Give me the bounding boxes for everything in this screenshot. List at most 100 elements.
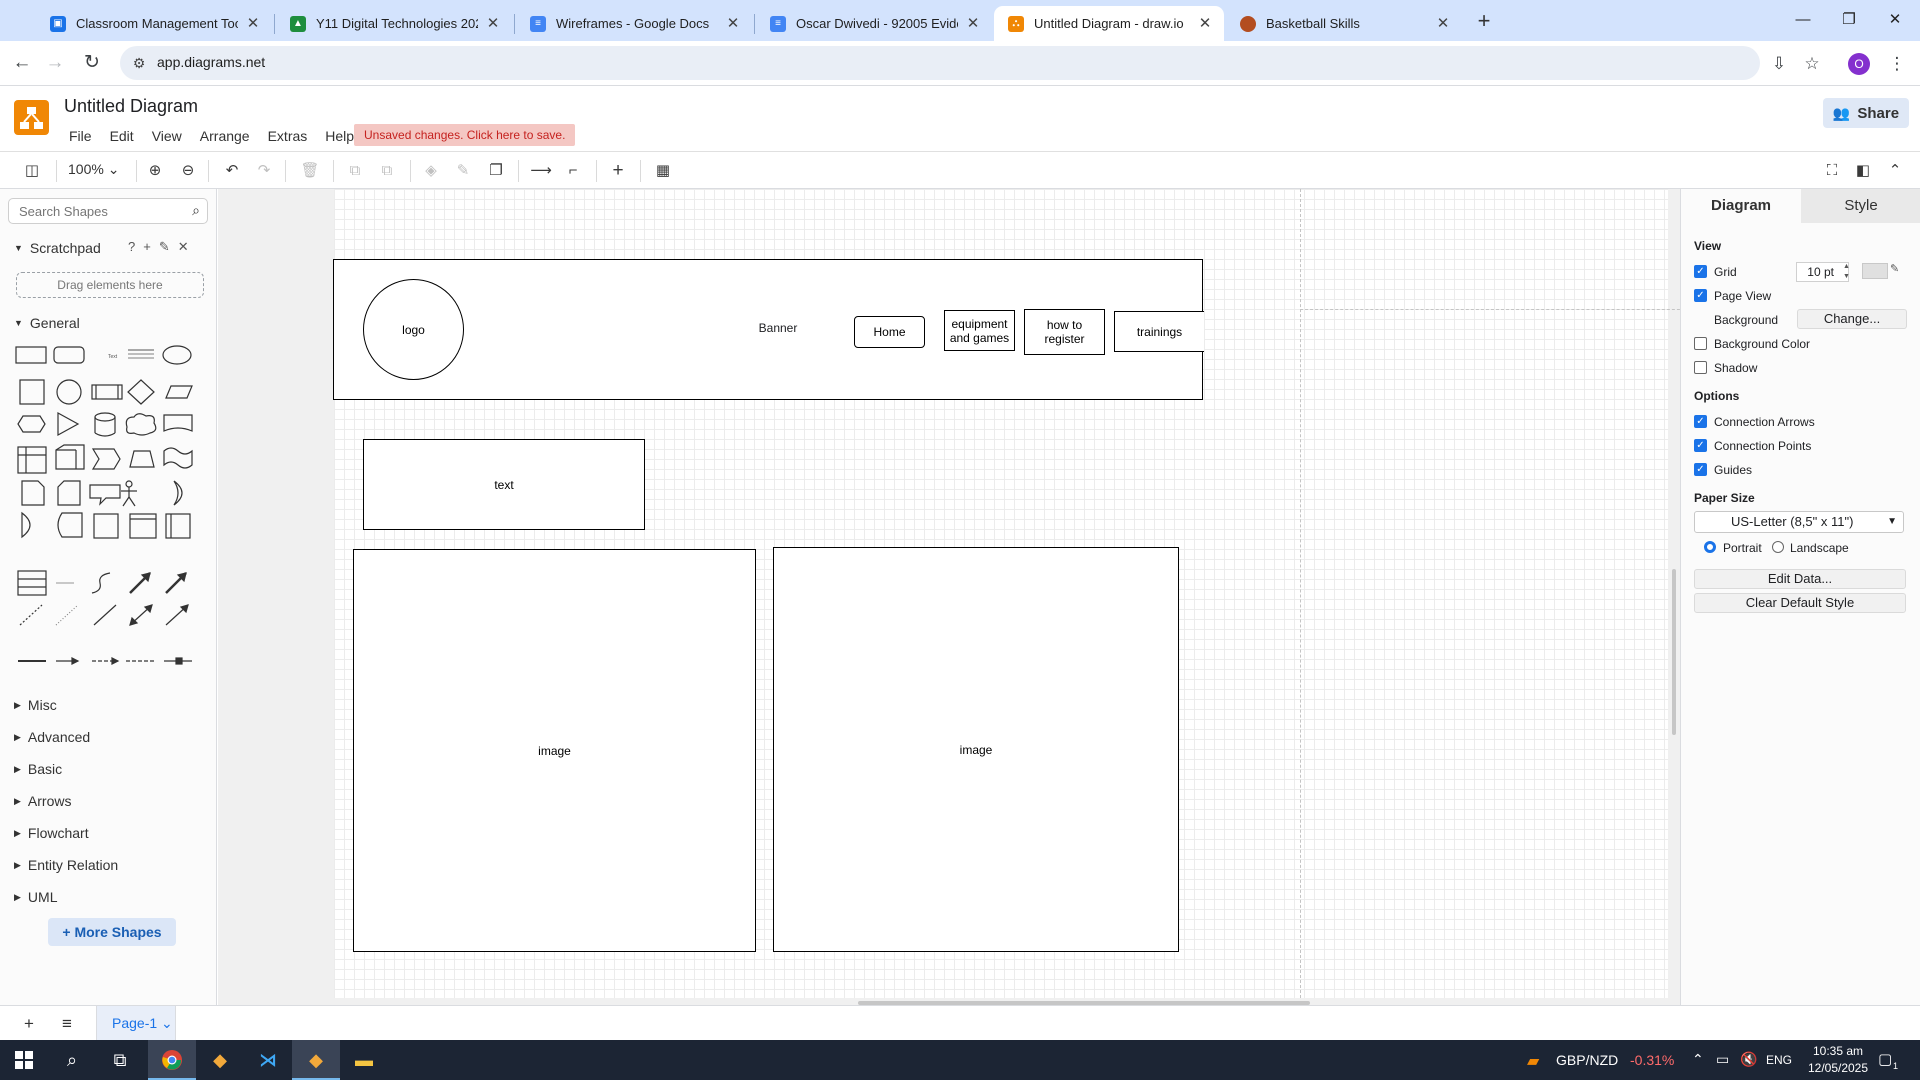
- reload-icon[interactable]: ↻: [78, 49, 106, 77]
- text-box[interactable]: text: [363, 439, 645, 530]
- fullscreen-icon[interactable]: ⛶: [1821, 160, 1843, 182]
- canvas-page[interactable]: logo Banner Home equipment and games how…: [333, 189, 1680, 998]
- grid-size-input[interactable]: 10 pt: [1796, 262, 1849, 282]
- sidebar-section-basic[interactable]: ▶ Basic: [14, 761, 62, 777]
- ticker-label[interactable]: GBP/NZD: [1556, 1052, 1618, 1068]
- edit-pencil-icon[interactable]: ✎: [1890, 262, 1899, 275]
- to-back-icon[interactable]: ⧉: [376, 160, 398, 182]
- connector-shapes-palette[interactable]: [14, 569, 200, 679]
- insert-plus-icon[interactable]: +: [607, 160, 629, 182]
- page-view-checkbox[interactable]: ✓: [1694, 289, 1707, 302]
- forward-arrow-icon[interactable]: →: [41, 49, 69, 77]
- edit-data-button[interactable]: Edit Data...: [1694, 569, 1906, 589]
- nav-home-box[interactable]: Home: [854, 316, 925, 348]
- image-placeholder-left[interactable]: image: [353, 549, 756, 952]
- banner-label[interactable]: Banner: [738, 321, 818, 335]
- kebab-menu-icon[interactable]: ⋮: [1884, 51, 1910, 77]
- fill-color-icon[interactable]: ◈: [420, 160, 442, 182]
- line-color-icon[interactable]: ✎: [452, 160, 474, 182]
- task-view-icon[interactable]: ⧉: [96, 1040, 144, 1080]
- connection-arrows-checkbox[interactable]: ✓: [1694, 415, 1707, 428]
- site-info-icon[interactable]: ⚙: [130, 54, 148, 72]
- shadow-icon[interactable]: ❐: [485, 160, 507, 182]
- zoom-out-icon[interactable]: ⊖: [177, 160, 199, 182]
- redo-icon[interactable]: ↷: [253, 160, 275, 182]
- notification-icon[interactable]: ▢: [1878, 1050, 1892, 1068]
- undo-icon[interactable]: ↶: [221, 160, 243, 182]
- close-tab-icon[interactable]: ✕: [484, 15, 502, 33]
- pinned-app-icon[interactable]: ◆: [292, 1040, 340, 1080]
- tab-diagram[interactable]: Diagram: [1681, 189, 1801, 223]
- image-placeholder-right[interactable]: image: [773, 547, 1179, 952]
- windows-start-icon[interactable]: [0, 1040, 48, 1080]
- shield-app-icon[interactable]: ◆: [196, 1040, 244, 1080]
- close-window-icon[interactable]: ✕: [1872, 6, 1918, 34]
- sidebar-section-arrows[interactable]: ▶ Arrows: [14, 793, 71, 809]
- unsaved-changes-notice[interactable]: Unsaved changes. Click here to save.: [354, 124, 576, 146]
- more-shapes-button[interactable]: + More Shapes: [48, 918, 176, 946]
- menu-edit[interactable]: Edit: [101, 126, 143, 146]
- language-indicator[interactable]: ENG: [1766, 1053, 1792, 1067]
- sidebar-section-entity-relation[interactable]: ▶ Entity Relation: [14, 857, 118, 873]
- portrait-radio[interactable]: [1704, 541, 1716, 553]
- connection-arrow-icon[interactable]: ⟶: [530, 160, 552, 182]
- browser-tab[interactable]: ▲ Y11 Digital Technologies 2025 ✕: [276, 6, 512, 41]
- page-tab[interactable]: Page-1 ⌄: [96, 1006, 176, 1040]
- tab-style[interactable]: Style: [1801, 189, 1920, 223]
- nav-equipment-box[interactable]: equipment and games: [944, 310, 1015, 351]
- pages-menu-icon[interactable]: ≡: [56, 1013, 78, 1035]
- clear-default-style-button[interactable]: Clear Default Style: [1694, 593, 1906, 613]
- install-app-icon[interactable]: ⇩: [1766, 51, 1792, 77]
- vscode-icon[interactable]: ⋊: [244, 1040, 292, 1080]
- waypoints-icon[interactable]: ⌐: [562, 160, 584, 182]
- file-explorer-icon[interactable]: ▬: [340, 1040, 388, 1080]
- delete-icon[interactable]: 🗑: [299, 160, 321, 182]
- search-shapes-input[interactable]: [9, 199, 174, 223]
- change-background-button[interactable]: Change...: [1797, 309, 1907, 329]
- close-tab-icon[interactable]: ✕: [964, 15, 982, 33]
- chrome-icon[interactable]: [148, 1040, 196, 1080]
- vertical-scrollbar[interactable]: [1672, 569, 1676, 735]
- format-panel-icon[interactable]: ◧: [1852, 160, 1874, 182]
- edit-pencil-icon[interactable]: ✎: [159, 239, 170, 255]
- background-color-checkbox[interactable]: [1694, 337, 1707, 350]
- address-bar[interactable]: ⚙ app.diagrams.net: [120, 46, 1760, 80]
- chevron-up-icon[interactable]: ⌃: [1692, 1051, 1704, 1068]
- menu-view[interactable]: View: [143, 126, 191, 146]
- general-header[interactable]: ▼ General: [14, 315, 80, 331]
- close-tab-icon[interactable]: ✕: [1434, 15, 1452, 33]
- format-panel-toggle-icon[interactable]: ◫: [21, 160, 43, 182]
- grid-size-stepper[interactable]: ▲ ▼: [1843, 262, 1853, 282]
- landscape-radio[interactable]: [1772, 541, 1784, 553]
- logo-circle[interactable]: logo: [363, 279, 464, 380]
- bookmark-star-icon[interactable]: ☆: [1799, 51, 1825, 77]
- grid-color-swatch[interactable]: [1862, 263, 1888, 279]
- sidebar-section-flowchart[interactable]: ▶ Flowchart: [14, 825, 89, 841]
- help-icon[interactable]: ?: [128, 239, 135, 255]
- scratchpad-header[interactable]: ▼ Scratchpad: [14, 240, 101, 256]
- browser-tab[interactable]: ▣ Classroom Management Tools & R ✕: [36, 6, 272, 41]
- guides-checkbox[interactable]: ✓: [1694, 463, 1707, 476]
- collapse-chevron-up-icon[interactable]: ⌃: [1884, 160, 1906, 182]
- restore-window-icon[interactable]: ❐: [1826, 6, 1872, 34]
- minimize-window-icon[interactable]: —: [1780, 6, 1826, 34]
- nav-trainings-box[interactable]: trainings: [1114, 311, 1204, 352]
- network-icon[interactable]: ▭: [1716, 1051, 1729, 1068]
- browser-tab-active[interactable]: ⛬ Untitled Diagram - draw.io ✕: [994, 6, 1224, 41]
- search-icon[interactable]: ⌕: [192, 202, 200, 219]
- add-icon[interactable]: +: [143, 239, 151, 255]
- scratchpad-drop-zone[interactable]: Drag elements here: [16, 272, 204, 298]
- add-page-icon[interactable]: +: [18, 1013, 40, 1035]
- browser-tab[interactable]: ≡ Oscar Dwivedi - 92005 Evidence ✕: [756, 6, 992, 41]
- grid-checkbox[interactable]: ✓: [1694, 265, 1707, 278]
- close-tab-icon[interactable]: ✕: [1196, 15, 1214, 33]
- sidebar-section-advanced[interactable]: ▶ Advanced: [14, 729, 90, 745]
- browser-tab[interactable]: ≡ Wireframes - Google Docs ✕: [516, 6, 752, 41]
- sidebar-section-uml[interactable]: ▶ UML: [14, 889, 57, 905]
- nav-register-box[interactable]: how to register: [1024, 309, 1105, 355]
- close-icon[interactable]: ✕: [178, 239, 189, 255]
- close-tab-icon[interactable]: ✕: [244, 15, 262, 33]
- search-shapes-field[interactable]: ⌕: [8, 198, 208, 224]
- menu-extras[interactable]: Extras: [259, 126, 317, 146]
- profile-avatar[interactable]: O: [1848, 53, 1870, 75]
